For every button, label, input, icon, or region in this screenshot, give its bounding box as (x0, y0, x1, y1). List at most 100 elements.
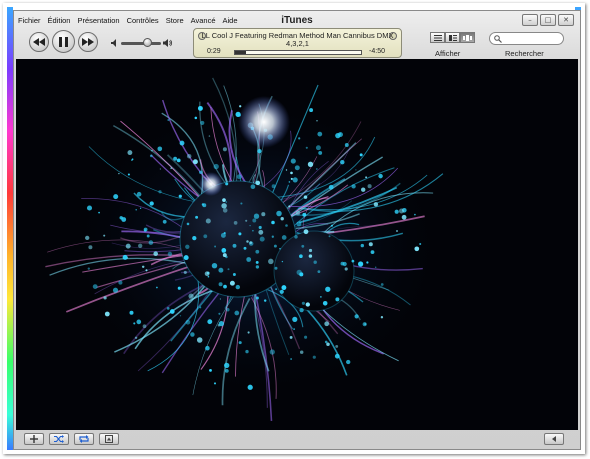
visualizer-particle (196, 337, 203, 343)
visualizer-particle (225, 182, 229, 186)
add-playlist-button[interactable] (24, 433, 44, 445)
visualizer-particle (133, 322, 136, 325)
visualizer-particle (317, 131, 323, 137)
visualizer-particle (179, 315, 182, 317)
minimize-button[interactable]: – (522, 14, 538, 26)
visualizer-particle (294, 235, 298, 239)
visualizer-particle (185, 319, 191, 325)
visualizer-particle (204, 271, 210, 277)
visualizer-particle (185, 244, 190, 249)
visualizer-particle (305, 146, 308, 149)
visualizer-particle (401, 214, 407, 220)
visualizer-particle (177, 286, 181, 290)
visualizer-particle (320, 296, 322, 298)
visualizer-particle (178, 194, 182, 198)
close-icon: ✕ (563, 16, 569, 24)
visualizer-particle (246, 240, 249, 243)
visualizer-particle (292, 316, 298, 322)
menu-edition[interactable]: Édition (48, 16, 71, 25)
visualizer-particle (362, 322, 367, 327)
playback-progress-bar[interactable] (234, 50, 362, 55)
visualizer-particle (255, 249, 260, 254)
visualizer-particle (190, 332, 195, 337)
visualizer-particle (351, 184, 356, 189)
next-button[interactable] (78, 32, 98, 52)
show-artwork-button[interactable] (99, 433, 119, 445)
visualizer-particle (200, 120, 205, 125)
visualizer-particle (225, 201, 227, 203)
repeat-button[interactable] (74, 433, 94, 445)
visualizer-particle (157, 146, 163, 152)
visualizer-particle (299, 350, 304, 354)
visualizer-particle (122, 254, 128, 260)
visualizer-particle (194, 116, 198, 120)
visualizer-particle (380, 316, 384, 319)
visualizer-particle (259, 236, 265, 242)
track-title: 4,3,2,1 (286, 39, 309, 48)
visualizer-particle (229, 280, 235, 286)
visualizer-particle (247, 384, 253, 390)
plus-icon (30, 435, 38, 443)
visualizer-particle (339, 133, 341, 135)
visualizer-particle (395, 229, 399, 233)
list-view-button[interactable] (430, 32, 445, 43)
visualizer-particle (222, 253, 227, 258)
maximize-button[interactable]: □ (540, 14, 556, 26)
menu-presentation[interactable]: Présentation (77, 16, 119, 25)
visualizer-particle (299, 254, 303, 259)
visualizer-particle (271, 184, 276, 189)
visualizer-particle (240, 202, 243, 205)
menu-controles[interactable]: Contrôles (127, 16, 159, 25)
visualizer-particle (221, 203, 227, 209)
visualizer-particle (317, 270, 321, 274)
visualizer-particle (346, 359, 351, 365)
mini-player-button[interactable] (544, 433, 564, 445)
playback-progress-fill (235, 51, 247, 54)
visualizer-particle (233, 221, 238, 225)
visualizer-particle (158, 190, 162, 194)
visualizer-particle (360, 243, 364, 248)
shuffle-button[interactable] (49, 433, 69, 445)
volume-slider-knob[interactable] (143, 38, 152, 47)
visualizer-particle (104, 311, 110, 317)
close-button[interactable]: ✕ (558, 14, 574, 26)
visualizer-particle (103, 296, 107, 300)
pause-button[interactable] (52, 30, 75, 53)
coverflow-view-button[interactable] (460, 32, 475, 43)
shuffle-icon (54, 435, 64, 443)
album-view-button[interactable] (445, 32, 460, 43)
visualizer-particle (246, 257, 252, 262)
menu-store[interactable]: Store (166, 16, 184, 25)
visualizer-particle (162, 219, 167, 224)
visualizer-particle (309, 108, 314, 113)
bottom-toolbar (14, 430, 580, 449)
visualizer-particle (285, 169, 288, 171)
visualizer-particle (112, 287, 119, 293)
visualizer-particle (118, 280, 123, 285)
collapse-left-icon (552, 436, 556, 442)
menu-aide[interactable]: Aide (223, 16, 238, 25)
visualizer-particle (205, 218, 211, 224)
visualizer-particle (221, 248, 227, 253)
visualizer-particle (366, 261, 369, 264)
visualizer-particle (125, 243, 131, 249)
now-playing-display: LL Cool J Featuring Redman Method Man Ca… (193, 28, 402, 58)
visualizer-particle (374, 266, 377, 269)
volume-track[interactable] (121, 42, 161, 45)
visualizer-particle (170, 167, 172, 169)
visualizer-particle (179, 140, 185, 146)
visualizer-particle (269, 349, 275, 355)
previous-button[interactable] (29, 32, 49, 52)
visualizer-graphic (45, 77, 446, 421)
visualizer-particle (303, 195, 308, 199)
visualizer-particle (226, 307, 230, 312)
visualizer-particle (308, 248, 313, 253)
menu-fichier[interactable]: Fichier (18, 16, 41, 25)
volume-low-icon (111, 39, 116, 47)
visualizer-particle (367, 184, 372, 189)
menu-avance[interactable]: Avancé (191, 16, 216, 25)
visualizer-particle (188, 293, 194, 299)
search-input[interactable] (504, 34, 560, 44)
visualizer-particle (92, 284, 98, 289)
visualizer-particle (127, 150, 133, 156)
